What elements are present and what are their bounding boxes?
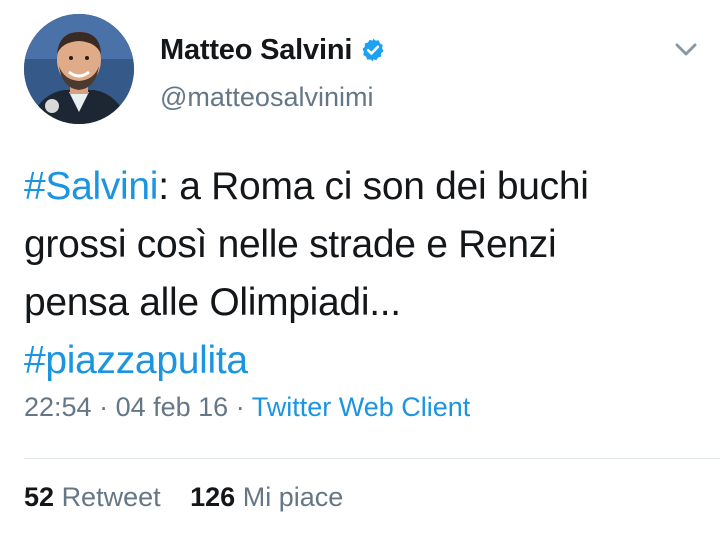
- source-link[interactable]: Twitter Web Client: [252, 392, 471, 422]
- tweet-meta: 22:54 · 04 feb 16 · Twitter Web Client: [24, 392, 470, 423]
- user-name-row: Matteo Salvini: [160, 30, 386, 70]
- display-name[interactable]: Matteo Salvini: [160, 34, 352, 67]
- tweet-stats: 52 Retweet 126 Mi piace: [24, 482, 343, 513]
- hashtag-link[interactable]: #piazzapulita: [24, 339, 248, 382]
- hashtag-link[interactable]: #Salvini: [24, 165, 158, 208]
- avatar-image: [24, 14, 134, 124]
- separator: ·: [91, 392, 116, 422]
- likes-count: 126: [190, 482, 236, 512]
- divider: [24, 458, 720, 459]
- tweet-date[interactable]: 04 feb 16: [116, 392, 229, 422]
- tweet-card: Matteo Salvini @matteosalvinimi #Salvini…: [0, 0, 720, 540]
- retweets-label: Retweet: [61, 482, 161, 512]
- likes-label: Mi piace: [242, 482, 344, 512]
- tweet-text: #Salvini: a Roma ci son dei buchi grossi…: [24, 158, 624, 390]
- chevron-down-icon[interactable]: [668, 34, 704, 64]
- retweets-count: 52: [24, 482, 55, 512]
- avatar[interactable]: [24, 14, 134, 124]
- likes-stat[interactable]: 126 Mi piace: [190, 482, 343, 513]
- retweets-stat[interactable]: 52 Retweet: [24, 482, 161, 513]
- verified-badge-icon: [360, 37, 386, 63]
- separator: ·: [228, 392, 252, 422]
- user-handle[interactable]: @matteosalvinimi: [160, 82, 373, 113]
- tweet-time[interactable]: 22:54: [24, 392, 92, 422]
